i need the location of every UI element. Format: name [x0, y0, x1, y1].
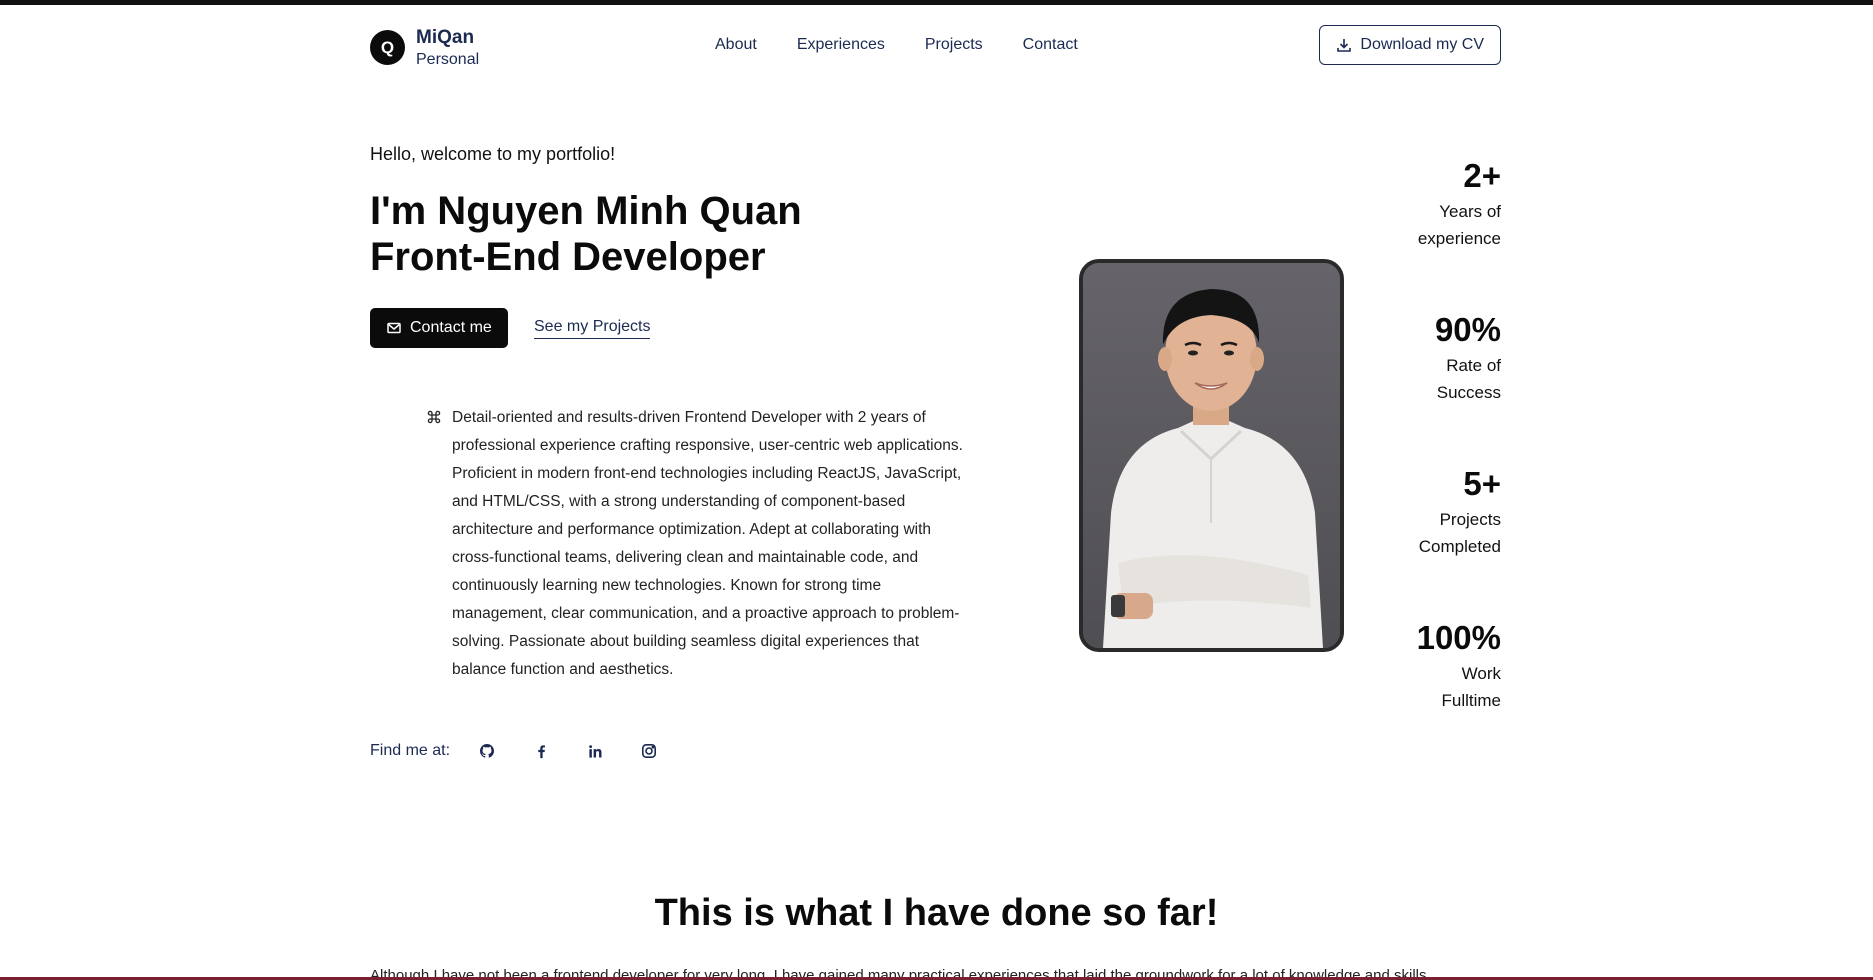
- nav-projects[interactable]: Projects: [925, 36, 983, 54]
- stat-label: Work Fulltime: [1301, 660, 1501, 714]
- stat-label-line2: Success: [1436, 383, 1501, 402]
- stat-projects: 5+ Projects Completed: [1301, 462, 1501, 616]
- stat-label: Rate of Success: [1301, 352, 1501, 406]
- stat-label-line2: experience: [1417, 229, 1501, 248]
- brand-subtitle: Personal: [416, 50, 480, 68]
- main-nav: About Experiences Projects Contact: [715, 36, 1118, 54]
- nav-about[interactable]: About: [715, 36, 757, 54]
- bio-text: Detail-oriented and results-driven Front…: [452, 409, 963, 678]
- section-intro-clipped: Although I have not been a frontend deve…: [370, 968, 1501, 977]
- mail-icon: [387, 322, 401, 334]
- greeting: Hello, welcome to my portfolio!: [370, 144, 616, 164]
- stat-label-line1: Rate of: [1446, 356, 1501, 375]
- see-projects-link[interactable]: See my Projects: [534, 318, 651, 339]
- section-intro-text: Although I have not been a frontend deve…: [370, 968, 1427, 977]
- find-me-label: Find me at:: [370, 742, 451, 759]
- stat-value: 5+: [1463, 465, 1501, 502]
- stat-label-line1: Years of: [1439, 202, 1501, 221]
- stat-fulltime: 100% Work Fulltime: [1301, 616, 1501, 770]
- stat-label-line2: Fulltime: [1441, 691, 1501, 710]
- brand[interactable]: Q MiQan Personal: [370, 27, 479, 69]
- stats-column: 2+ Years of experience 90% Rate of Succe…: [1301, 154, 1501, 770]
- brand-name: MiQan: [416, 27, 475, 48]
- hero-title-line2: Front-End Developer: [370, 235, 766, 279]
- stat-label-line1: Work: [1461, 664, 1501, 683]
- stat-value: 100%: [1416, 619, 1501, 656]
- contact-me-label: Contact me: [410, 319, 492, 336]
- hero-title: I'm Nguyen Minh Quan Front-End Developer: [370, 188, 802, 280]
- brand-text: MiQan Personal: [416, 27, 479, 69]
- bio-block: Detail-oriented and results-driven Front…: [426, 404, 966, 684]
- find-me-row: Find me at:: [370, 740, 692, 762]
- download-icon: [1337, 39, 1352, 52]
- download-cv-label: Download my CV: [1360, 36, 1484, 53]
- stat-value: 2+: [1463, 157, 1501, 194]
- facebook-icon[interactable]: [530, 740, 552, 762]
- contact-me-button[interactable]: Contact me: [370, 308, 508, 348]
- stat-value: 90%: [1434, 311, 1501, 348]
- linkedin-icon[interactable]: [584, 740, 606, 762]
- top-border: [0, 0, 1873, 5]
- download-cv-button[interactable]: Download my CV: [1319, 25, 1501, 65]
- nav-contact[interactable]: Contact: [1023, 36, 1078, 54]
- site-header: Q MiQan Personal About Experiences Proje…: [370, 24, 1501, 68]
- nav-experiences[interactable]: Experiences: [797, 36, 885, 54]
- stat-label: Years of experience: [1301, 198, 1501, 252]
- logo-letter: Q: [380, 37, 395, 57]
- command-icon: [427, 410, 441, 424]
- github-icon[interactable]: [476, 740, 498, 762]
- section-title: This is what I have done so far!: [654, 892, 1219, 934]
- instagram-icon[interactable]: [638, 740, 660, 762]
- stat-label-line2: Completed: [1418, 537, 1501, 556]
- stat-success: 90% Rate of Success: [1301, 308, 1501, 462]
- logo: Q: [370, 30, 405, 66]
- stat-label: Projects Completed: [1301, 506, 1501, 560]
- hero-title-line1: I'm Nguyen Minh Quan: [370, 189, 802, 233]
- stat-label-line1: Projects: [1439, 510, 1501, 529]
- stat-years: 2+ Years of experience: [1301, 154, 1501, 308]
